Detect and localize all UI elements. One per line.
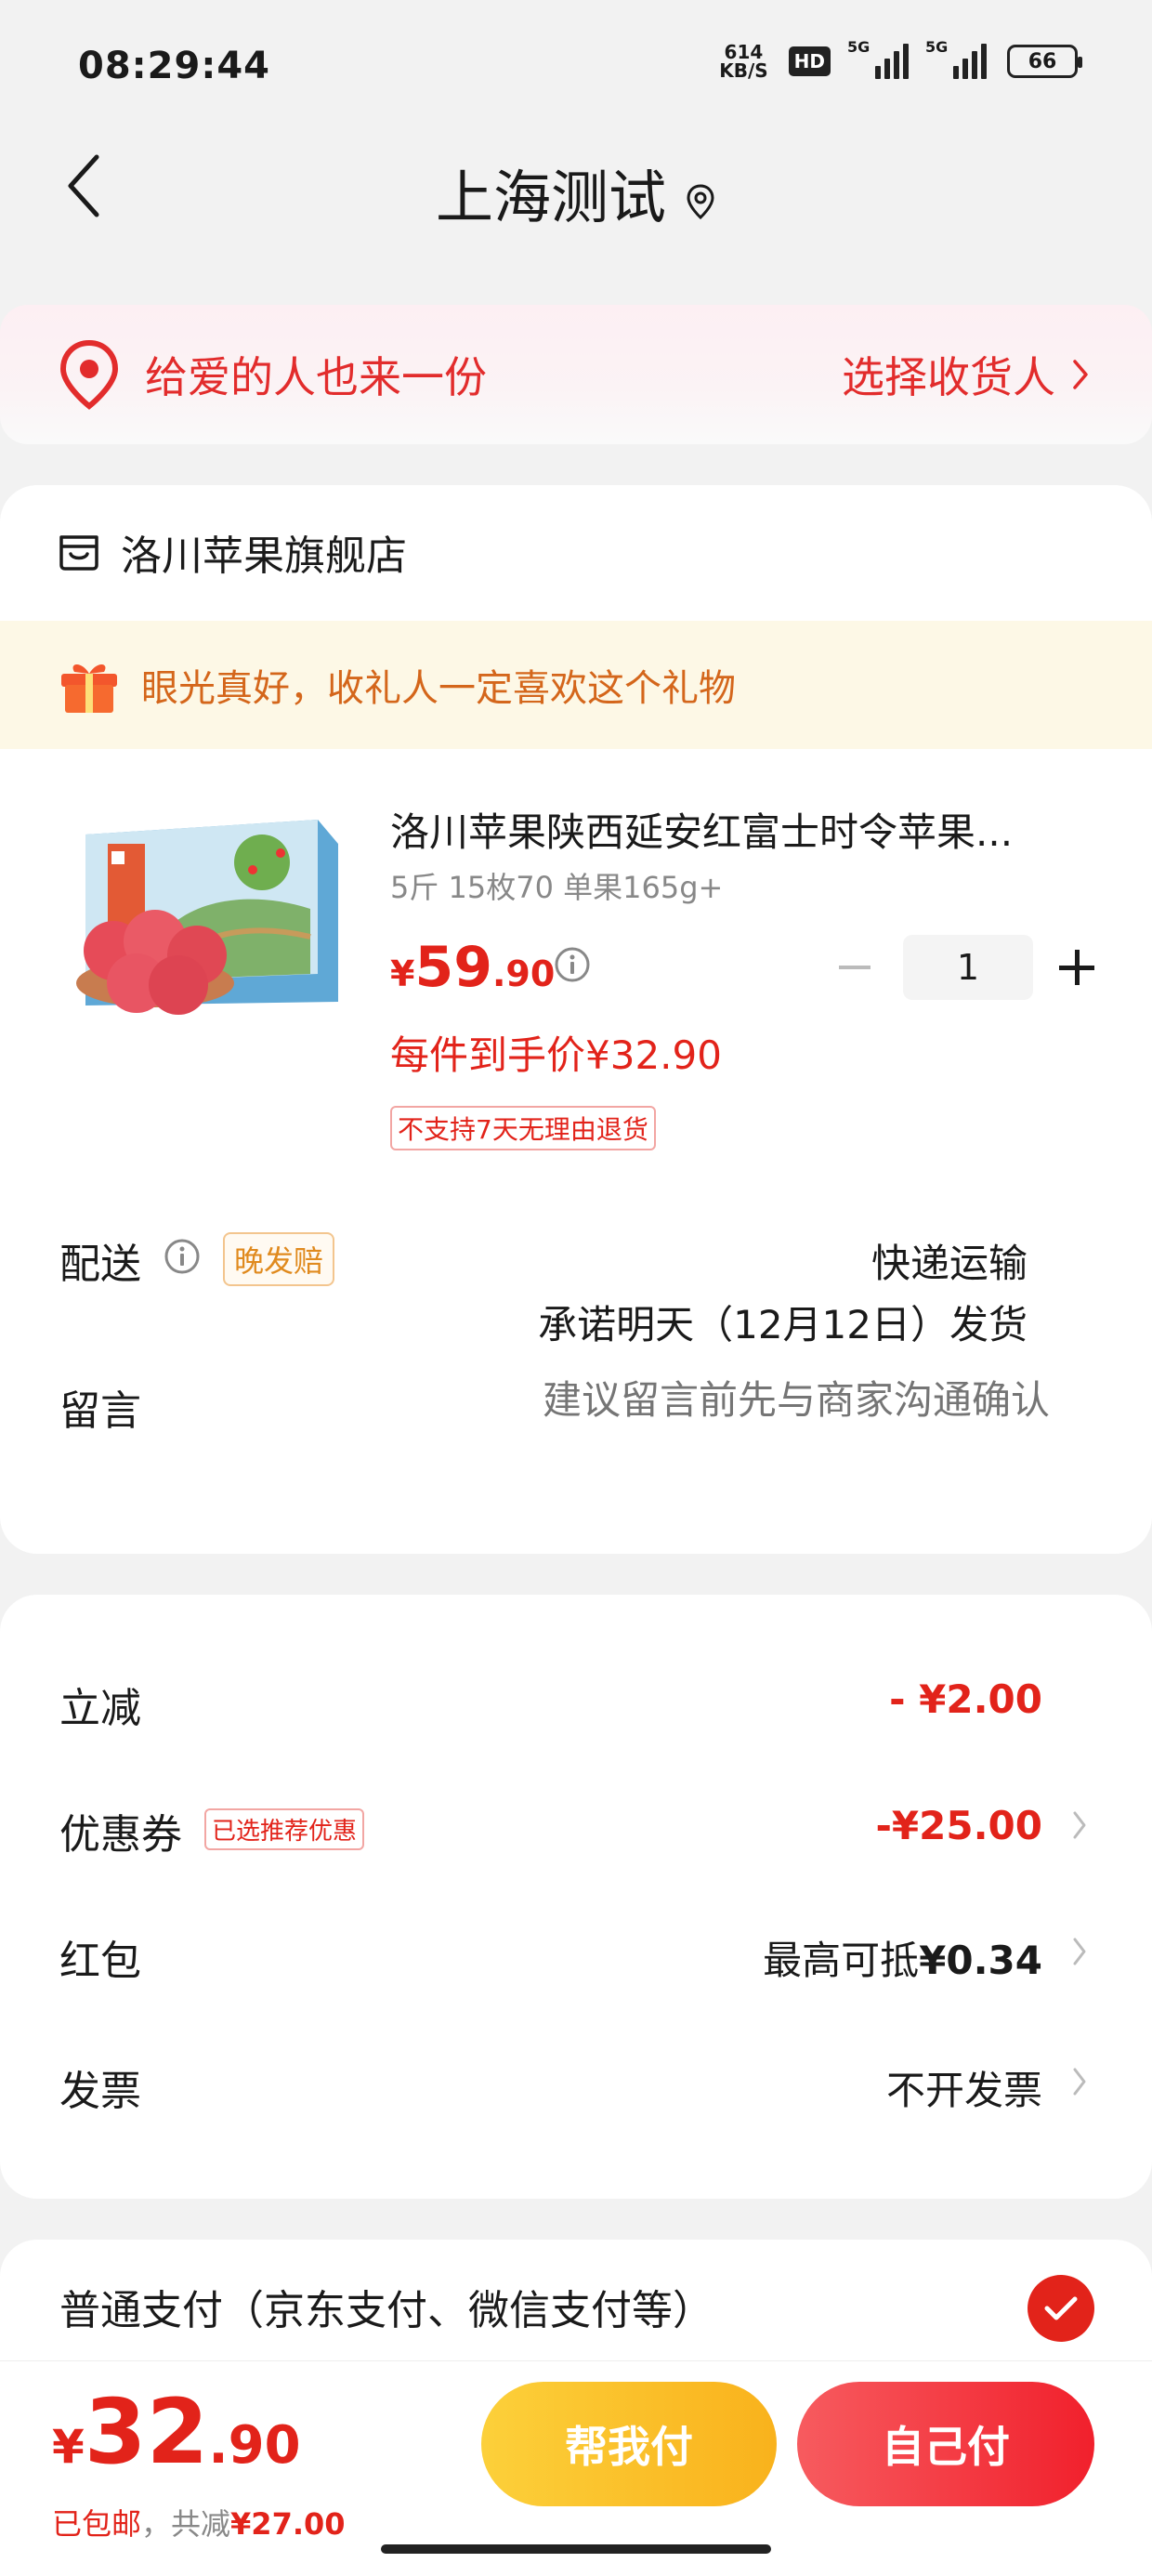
quantity-stepper: 1 [818, 935, 1109, 1000]
promo-text: 眼光真好，收礼人一定喜欢这个礼物 [141, 667, 736, 710]
info-icon[interactable] [164, 1238, 201, 1275]
coupon-value: -¥25.00 [875, 1803, 1042, 1848]
increase-button[interactable] [1044, 935, 1109, 1000]
instant-discount-value: - ¥2.00 [889, 1676, 1042, 1722]
remark-label: 留言 [59, 1387, 141, 1435]
store-name: 洛川苹果旗舰店 [121, 532, 407, 580]
product-spec[interactable]: 5斤 15枚70 单果165g+ [390, 864, 723, 907]
order-card: 洛川苹果旗舰店 眼光真好，收礼人一定喜欢这个礼物 洛川苹果陕西延安红富士时令苹果… [0, 485, 1152, 1554]
delivery-label: 配送 [59, 1241, 141, 1288]
signal-icon: 5G [847, 38, 909, 79]
location-pin-icon [59, 339, 119, 410]
unit-price: 每件到手价¥32.90 [390, 1032, 722, 1078]
shipping-method: 快递运输 [871, 1241, 1028, 1286]
battery-icon: 66 [1007, 45, 1082, 78]
instant-discount-row: 立减 - ¥2.00 [59, 1676, 1042, 1732]
shipping-note: 已包邮，共减¥27.00 [52, 2506, 346, 2542]
shipping-promise: 承诺明天（12月12日）发货 [538, 1302, 1028, 1347]
gift-box-icon [61, 664, 117, 713]
gift-promo-strip: 眼光真好，收礼人一定喜欢这个礼物 [0, 621, 1152, 749]
coupon-tag: 已选推荐优惠 [204, 1808, 365, 1850]
network-speed: 614 KB/S [719, 41, 768, 82]
select-recipient-link[interactable]: 选择收货人 [842, 344, 1089, 405]
gift-text: 给爱的人也来一份 [145, 352, 487, 402]
apple-box-image [67, 807, 346, 1022]
total-price: ¥32.90 [52, 2380, 301, 2484]
status-bar: 08:29:44 614 KB/S HD 5G 5G 66 [0, 0, 1152, 130]
chevron-right-icon [1073, 1938, 1086, 1965]
red-packet-row[interactable]: 红包 最高可抵¥0.34 [0, 1903, 1152, 1996]
signal-icon: 5G [925, 38, 987, 79]
remark-input[interactable] [381, 1377, 1050, 1423]
page-title[interactable]: 上海测试 [0, 151, 1152, 234]
minus-icon [839, 966, 871, 969]
late-shipping-badge[interactable]: 晚发赔 [223, 1232, 335, 1286]
status-icons: 614 KB/S HD 5G 5G 66 [719, 38, 1082, 82]
product-title[interactable]: 洛川苹果陕西延安红富士时令苹果... [390, 801, 1059, 858]
discounts-card: 立减 - ¥2.00 优惠券 已选推荐优惠 -¥25.00 红包 最高可抵¥0.… [0, 1595, 1152, 2199]
self-pay-button[interactable]: 自己付 [797, 2382, 1094, 2506]
decrease-button[interactable] [818, 935, 892, 1000]
home-indicator[interactable] [381, 2544, 771, 2554]
product-image[interactable] [67, 807, 346, 1022]
no-return-tag: 不支持7天无理由退货 [390, 1106, 656, 1150]
coupon-row[interactable]: 优惠券 已选推荐优惠 -¥25.00 [0, 1777, 1152, 1870]
red-packet-value: 最高可抵¥0.34 [763, 1938, 1042, 1983]
product-price: ¥59.90 [390, 935, 556, 1000]
chevron-right-icon [1073, 1811, 1086, 1839]
gift-banner[interactable]: 给爱的人也来一份 选择收货人 [0, 305, 1152, 444]
checkmark-icon[interactable] [1028, 2275, 1094, 2342]
invoice-row[interactable]: 发票 不开发票 [0, 2033, 1152, 2126]
status-time: 08:29:44 [78, 45, 270, 87]
chevron-right-icon [1073, 360, 1088, 389]
payment-method-label: 普通支付（京东支付、微信支付等） [59, 2287, 713, 2334]
quantity-value[interactable]: 1 [903, 935, 1033, 1000]
nav-bar: 上海测试 [0, 130, 1152, 242]
chevron-right-icon [1073, 2068, 1086, 2096]
store-icon [59, 535, 98, 571]
info-icon[interactable] [554, 946, 591, 983]
hd-icon: HD [788, 46, 831, 76]
location-icon [687, 184, 714, 219]
invoice-value: 不开发票 [885, 2068, 1042, 2113]
store-row[interactable]: 洛川苹果旗舰店 [58, 522, 407, 582]
help-pay-button[interactable]: 帮我付 [481, 2382, 777, 2506]
